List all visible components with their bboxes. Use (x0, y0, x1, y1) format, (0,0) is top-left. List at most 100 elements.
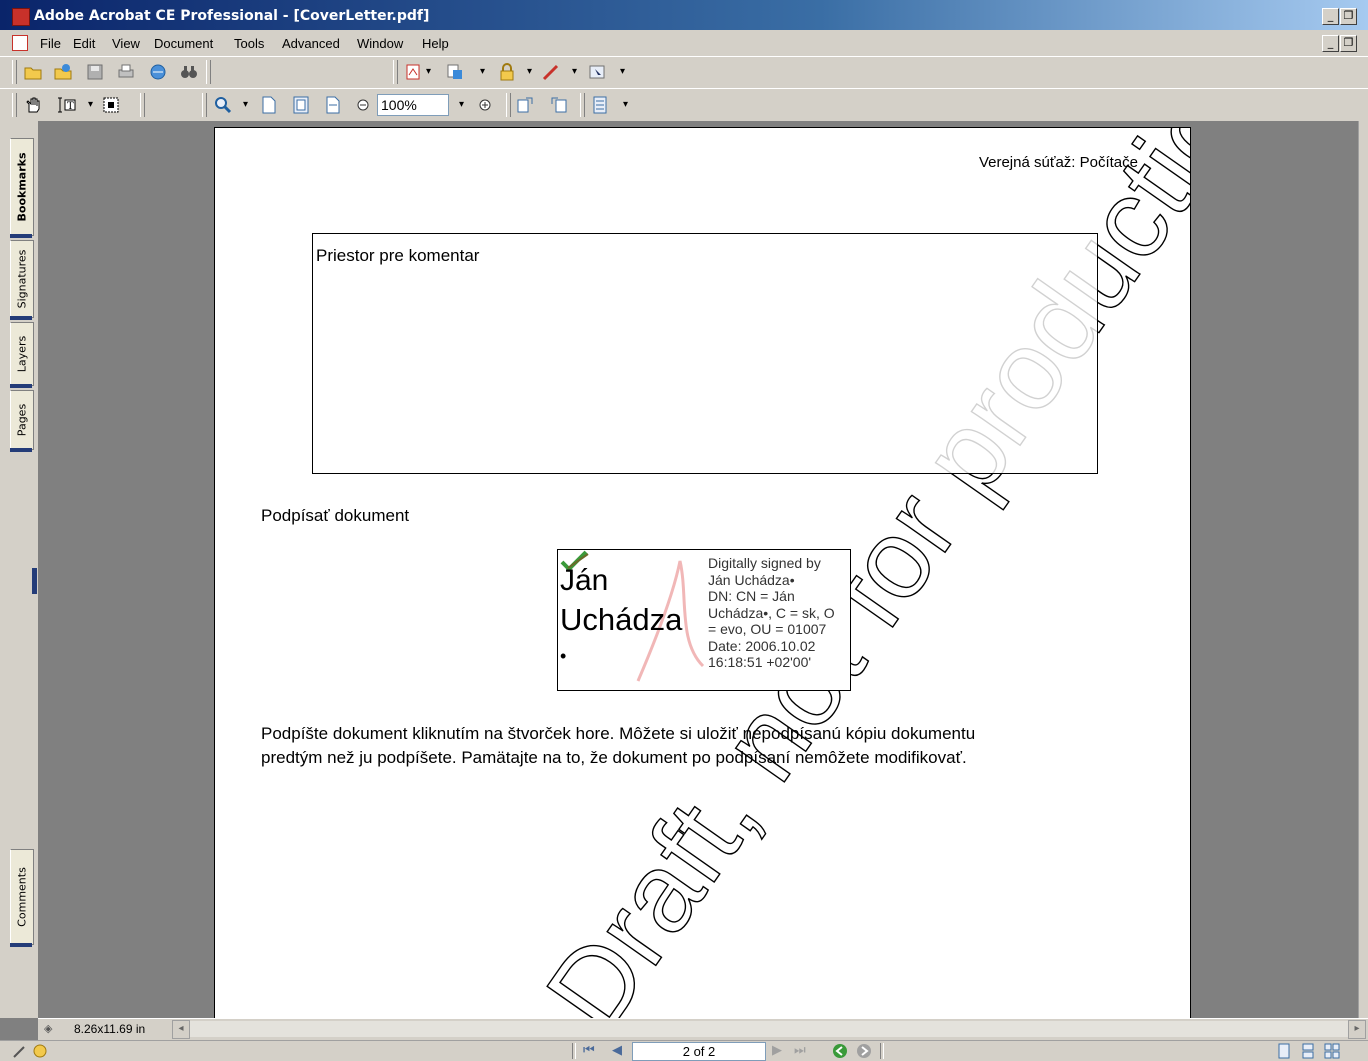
fit-width-icon[interactable] (324, 96, 342, 114)
menu-window[interactable]: Window (357, 36, 403, 51)
page-layout-dropdown[interactable]: ▾ (623, 99, 628, 110)
tab-indicator (10, 384, 32, 388)
print-icon[interactable] (117, 63, 135, 81)
toolbar-grip[interactable] (12, 60, 17, 84)
toolbar-grip (206, 60, 211, 84)
single-page-icon[interactable] (1276, 1043, 1292, 1059)
view-toolbar: T ▾ ▾ 100% ▾ ▾ (0, 88, 1368, 122)
zoom-input[interactable]: 100% (377, 94, 449, 116)
tab-label: Comments (15, 867, 29, 927)
previous-page-icon[interactable]: ◀ (612, 1042, 622, 1058)
email-icon[interactable] (149, 63, 167, 81)
document-menu-icon[interactable] (12, 35, 28, 51)
menu-help[interactable]: Help (422, 36, 449, 51)
continuous-page-icon[interactable] (1300, 1043, 1316, 1059)
tab-label: Signatures (15, 249, 29, 309)
rotate-ccw-icon[interactable] (516, 96, 534, 114)
tab-signatures[interactable]: Signatures (10, 240, 34, 318)
menu-edit[interactable]: Edit (73, 36, 95, 51)
page-layout-icon[interactable] (591, 96, 609, 114)
organize-icon[interactable] (54, 63, 72, 81)
window-title: Adobe Acrobat CE Professional - [CoverLe… (34, 8, 430, 24)
status-divider (880, 1043, 884, 1059)
save-icon[interactable] (86, 63, 104, 81)
signature-detail-line: 16:18:51 +02'00' (708, 654, 812, 670)
go-forward-icon[interactable] (856, 1043, 872, 1059)
select-text-icon[interactable]: T (55, 96, 85, 114)
create-pdf-icon[interactable] (404, 63, 422, 81)
sign-icon[interactable] (542, 63, 560, 81)
scroll-track[interactable] (190, 1021, 1348, 1037)
export-icon[interactable] (446, 63, 464, 81)
toolbar-grip (506, 93, 511, 117)
file-toolbar: ▾ ▾ ▾ ▾ ▾ (0, 56, 1368, 89)
open-icon[interactable] (24, 63, 42, 81)
menu-view[interactable]: View (112, 36, 140, 51)
menu-advanced[interactable]: Advanced (282, 36, 340, 51)
zoom-out-icon[interactable] (354, 96, 372, 114)
last-page-icon[interactable]: ⏭ (794, 1042, 806, 1058)
restore-button[interactable]: ❐ (1340, 8, 1357, 25)
select-tool-dropdown[interactable]: ▾ (88, 99, 93, 110)
secure-dropdown[interactable]: ▾ (527, 66, 532, 77)
zoom-icon[interactable] (214, 96, 232, 114)
actual-size-icon[interactable] (260, 96, 278, 114)
title-bar: Adobe Acrobat CE Professional - [CoverLe… (0, 0, 1368, 30)
doc-minimize-button[interactable]: _ (1322, 35, 1339, 52)
horizontal-scroll-bar: ◈ 8.26x11.69 in ◂ ▸ (38, 1018, 1368, 1040)
toolbar-grip[interactable] (202, 93, 207, 117)
zoom-dropdown[interactable]: ▾ (459, 99, 464, 110)
hand-tool-icon[interactable] (24, 96, 42, 114)
security-settings-icon[interactable] (32, 1043, 48, 1059)
menu-tools[interactable]: Tools (234, 36, 264, 51)
page-number-input[interactable]: 2 of 2 (632, 1042, 766, 1061)
toolbar-grip (580, 93, 585, 117)
facing-pages-icon[interactable] (1324, 1043, 1340, 1059)
scroll-left-button[interactable]: ◂ (172, 1020, 190, 1039)
next-page-icon[interactable]: ▶ (772, 1042, 782, 1058)
review-icon[interactable] (588, 63, 606, 81)
tab-label: Bookmarks (15, 152, 29, 222)
tab-label: Pages (15, 403, 29, 437)
signer-name-line2: Uchádza (560, 602, 683, 637)
create-pdf-dropdown[interactable]: ▾ (426, 66, 431, 77)
tab-label: Layers (15, 335, 29, 373)
zoom-tool-dropdown[interactable]: ▾ (243, 99, 248, 110)
tab-indicator (10, 448, 32, 452)
signature-field[interactable]: Ján Uchádza • Digitally signed by Ján Uc… (557, 549, 851, 691)
edit-icon[interactable] (12, 1043, 28, 1059)
tab-comments[interactable]: Comments (10, 849, 34, 945)
vertical-scrollbar[interactable] (1358, 121, 1368, 1018)
acrobat-app-icon[interactable] (12, 8, 30, 26)
menu-document[interactable]: Document (154, 36, 213, 51)
toolbar-grip[interactable] (393, 60, 398, 84)
review-dropdown[interactable]: ▾ (620, 66, 625, 77)
sign-heading: Podpísať dokument (261, 506, 410, 525)
doc-restore-button[interactable]: ❐ (1340, 35, 1357, 52)
tab-pages[interactable]: Pages (10, 390, 34, 450)
sign-dropdown[interactable]: ▾ (572, 66, 577, 77)
panel-expand-icon[interactable]: ◈ (44, 1022, 52, 1035)
scroll-right-button[interactable]: ▸ (1348, 1020, 1366, 1039)
snapshot-icon[interactable] (102, 96, 120, 114)
go-back-icon[interactable] (832, 1043, 848, 1059)
search-icon[interactable] (180, 63, 198, 81)
first-page-icon[interactable]: ⏮ (583, 1042, 595, 1058)
rotate-cw-icon[interactable] (550, 96, 568, 114)
panel-splitter[interactable] (32, 568, 37, 594)
comment-box[interactable]: Priestor pre komentar (312, 233, 1098, 474)
tab-layers[interactable]: Layers (10, 322, 34, 386)
tab-bookmarks[interactable]: Bookmarks (10, 138, 34, 236)
signature-detail-line: Digitally signed by (708, 555, 821, 571)
zoom-in-icon[interactable] (476, 96, 494, 114)
status-bar: ⏮ ◀ 2 of 2 ▶ ⏭ (0, 1040, 1368, 1061)
signature-details: Digitally signed by Ján Uchádza• DN: CN … (708, 555, 835, 671)
toolbar-grip[interactable] (12, 93, 17, 117)
navigation-panel: Bookmarks Signatures Layers Pages Commen… (0, 121, 39, 1018)
export-dropdown[interactable]: ▾ (480, 66, 485, 77)
secure-icon[interactable] (498, 63, 516, 81)
menu-file[interactable]: File (40, 36, 61, 51)
fit-page-icon[interactable] (292, 96, 310, 114)
minimize-button[interactable]: _ (1322, 8, 1339, 25)
status-divider (572, 1043, 576, 1059)
